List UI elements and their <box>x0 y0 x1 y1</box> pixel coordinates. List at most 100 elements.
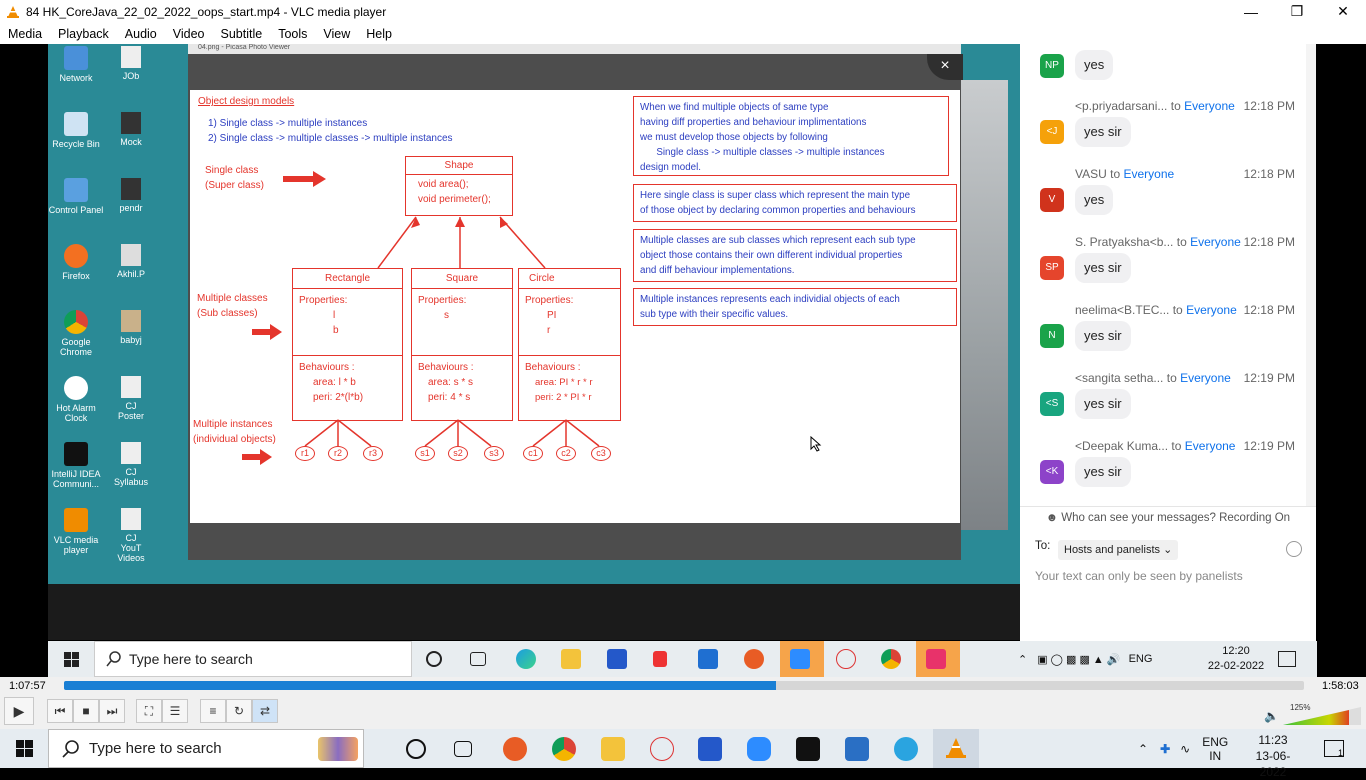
notification-center-icon[interactable]: 1 <box>1324 740 1344 758</box>
message-sender: <p.priyadarsani... <box>1075 99 1168 113</box>
desktop-icon-cj-poster: CJ Poster <box>114 376 148 421</box>
telegram-icon[interactable] <box>894 737 918 761</box>
menu-video[interactable]: Video <box>165 27 213 41</box>
close-button[interactable]: ✕ <box>1320 0 1366 23</box>
recipient-link[interactable]: Everyone <box>1184 99 1235 113</box>
vlc-taskbar-icon[interactable] <box>944 736 968 760</box>
elapsed-time[interactable]: 1:07:57 <box>9 680 46 692</box>
window-title: 84 HK_CoreJava_22_02_2022_oops_start.mp4… <box>26 4 387 19</box>
emoji-icon[interactable] <box>1286 541 1302 557</box>
recipient-link[interactable]: Everyone <box>1185 439 1236 453</box>
sticky-notes-icon[interactable] <box>796 737 820 761</box>
cortana-icon[interactable] <box>406 739 426 759</box>
chevron-up-icon: ⌃ <box>1018 653 1028 666</box>
instance-s1: s1 <box>415 446 435 461</box>
windows-taskbar: Type here to search ⌃ ✚ ∿ ENG IN 11:23 1… <box>0 729 1366 779</box>
desktop-icon-control-panel: Control Panel <box>48 178 104 215</box>
next-button[interactable]: ⏭ <box>99 699 125 723</box>
message-visibility-link[interactable]: ☻ Who can see your messages? Recording O… <box>1020 506 1316 528</box>
volume-slider[interactable] <box>1283 707 1361 725</box>
desktop-icon-firefox: Firefox <box>48 244 104 281</box>
task-view-icon[interactable] <box>454 741 472 757</box>
random-button[interactable]: ⇄ <box>252 699 278 723</box>
shape-method-area: void area(); <box>418 179 469 190</box>
language-indicator[interactable]: ENG IN <box>1202 735 1228 763</box>
recorder-icon <box>926 649 946 669</box>
menu-subtitle[interactable]: Subtitle <box>213 27 271 41</box>
stop-button[interactable]: ■ <box>73 699 99 723</box>
recipient-link[interactable]: Everyone <box>1180 371 1231 385</box>
instance-s3: s3 <box>484 446 504 461</box>
file-explorer-icon[interactable] <box>601 737 625 761</box>
seek-bar[interactable] <box>64 681 1304 690</box>
square-class-box: Square Properties: s Behaviours : area: … <box>411 268 513 421</box>
desktop-icon-intellij: IntelliJ IDEA Communi... <box>48 442 104 489</box>
loop-button[interactable]: ↻ <box>226 699 252 723</box>
desktop-icon-alarm-clock: Hot Alarm Clock <box>48 376 104 423</box>
note-box-4: Multiple instances represents each indiv… <box>633 288 957 326</box>
photos-icon[interactable] <box>845 737 869 761</box>
menu-audio[interactable]: Audio <box>117 27 165 41</box>
search-icon <box>62 740 79 758</box>
store-icon <box>607 649 627 669</box>
start-button[interactable] <box>0 729 48 768</box>
speaker-icon[interactable]: 🔈 <box>1264 709 1279 723</box>
clock-date: 22-02-2022 <box>1207 660 1265 672</box>
total-time[interactable]: 1:58:03 <box>1322 680 1359 692</box>
video-surface[interactable]: Network Recycle Bin Control Panel Firefo… <box>0 44 1366 677</box>
vlc-cone-icon <box>7 5 19 18</box>
circle-peri: peri: 2 * PI * r <box>535 392 592 403</box>
snipping-tool-icon[interactable] <box>650 737 674 761</box>
restore-button[interactable]: ❐ <box>1274 0 1320 23</box>
vlc-title-bar: 84 HK_CoreJava_22_02_2022_oops_start.mp4… <box>0 0 1366 23</box>
rectangle-class-name: Rectangle <box>293 269 402 289</box>
add-icon[interactable]: ✚ <box>1160 742 1170 756</box>
message-text: yes sir <box>1075 457 1131 487</box>
recipient-link[interactable]: Everyone <box>1190 235 1241 249</box>
previous-button[interactable]: ⏮ <box>47 699 73 723</box>
menu-help[interactable]: Help <box>358 27 400 41</box>
menu-media[interactable]: Media <box>0 27 50 41</box>
chevron-up-icon[interactable]: ⌃ <box>1138 742 1148 756</box>
search-highlight-image <box>318 737 358 761</box>
viewer-close-button[interactable]: × <box>927 54 963 80</box>
menu-playback[interactable]: Playback <box>50 27 117 41</box>
snipping-icon <box>836 649 856 669</box>
chrome-icon[interactable] <box>552 737 576 761</box>
record-app-icon[interactable] <box>503 737 527 761</box>
zoom-icon[interactable] <box>747 737 771 761</box>
desktop-icon-cj-youtube: CJ YouT Videos <box>114 508 148 563</box>
cortana-icon <box>426 651 442 667</box>
wallpaper-photo <box>960 80 1008 530</box>
message-sender: S. Pratyaksha<b... <box>1075 235 1174 249</box>
chat-scrollbar[interactable] <box>1306 44 1316 506</box>
menu-view[interactable]: View <box>315 27 358 41</box>
minimize-button[interactable]: — <box>1228 0 1274 23</box>
recipient-link[interactable]: Everyone <box>1186 303 1237 317</box>
desktop-icon-mock: Mock <box>114 112 148 147</box>
extended-settings-button[interactable]: ☰ <box>162 699 188 723</box>
recipient-link[interactable]: Everyone <box>1124 167 1175 181</box>
wifi-icon[interactable]: ∿ <box>1180 742 1190 756</box>
taskbar-clock[interactable]: 11:23 13-06-2022 <box>1243 732 1303 780</box>
desktop-icon-cj-syllabus: CJ Syllabus <box>114 442 148 487</box>
recipient-dropdown[interactable]: Hosts and panelists ⌄ <box>1058 540 1179 560</box>
rectangle-prop-b: b <box>333 325 339 336</box>
avatar: N <box>1040 324 1064 348</box>
taskbar-search-box[interactable]: Type here to search <box>48 729 364 768</box>
chat-input[interactable]: Your text can only be seen by panelists <box>1035 569 1243 583</box>
photo-viewer-window: 04.png - Picasa Photo Viewer × Object de… <box>188 44 963 560</box>
instance-c2: c2 <box>556 446 576 461</box>
circle-prop-r: r <box>547 325 551 336</box>
play-button[interactable]: ▶ <box>4 697 34 725</box>
windows-start-icon <box>64 652 79 667</box>
menu-tools[interactable]: Tools <box>270 27 315 41</box>
desktop-icon-pendr: pendr <box>114 178 148 213</box>
clock-time: 12:20 <box>1222 645 1250 657</box>
message-text: yes sir <box>1075 117 1131 147</box>
store-icon[interactable] <box>698 737 722 761</box>
square-beh-label: Behaviours : <box>418 362 474 373</box>
fullscreen-button[interactable]: ⛶ <box>136 699 162 723</box>
message-text: yes <box>1075 50 1114 80</box>
playlist-button[interactable]: ≡ <box>200 699 226 723</box>
